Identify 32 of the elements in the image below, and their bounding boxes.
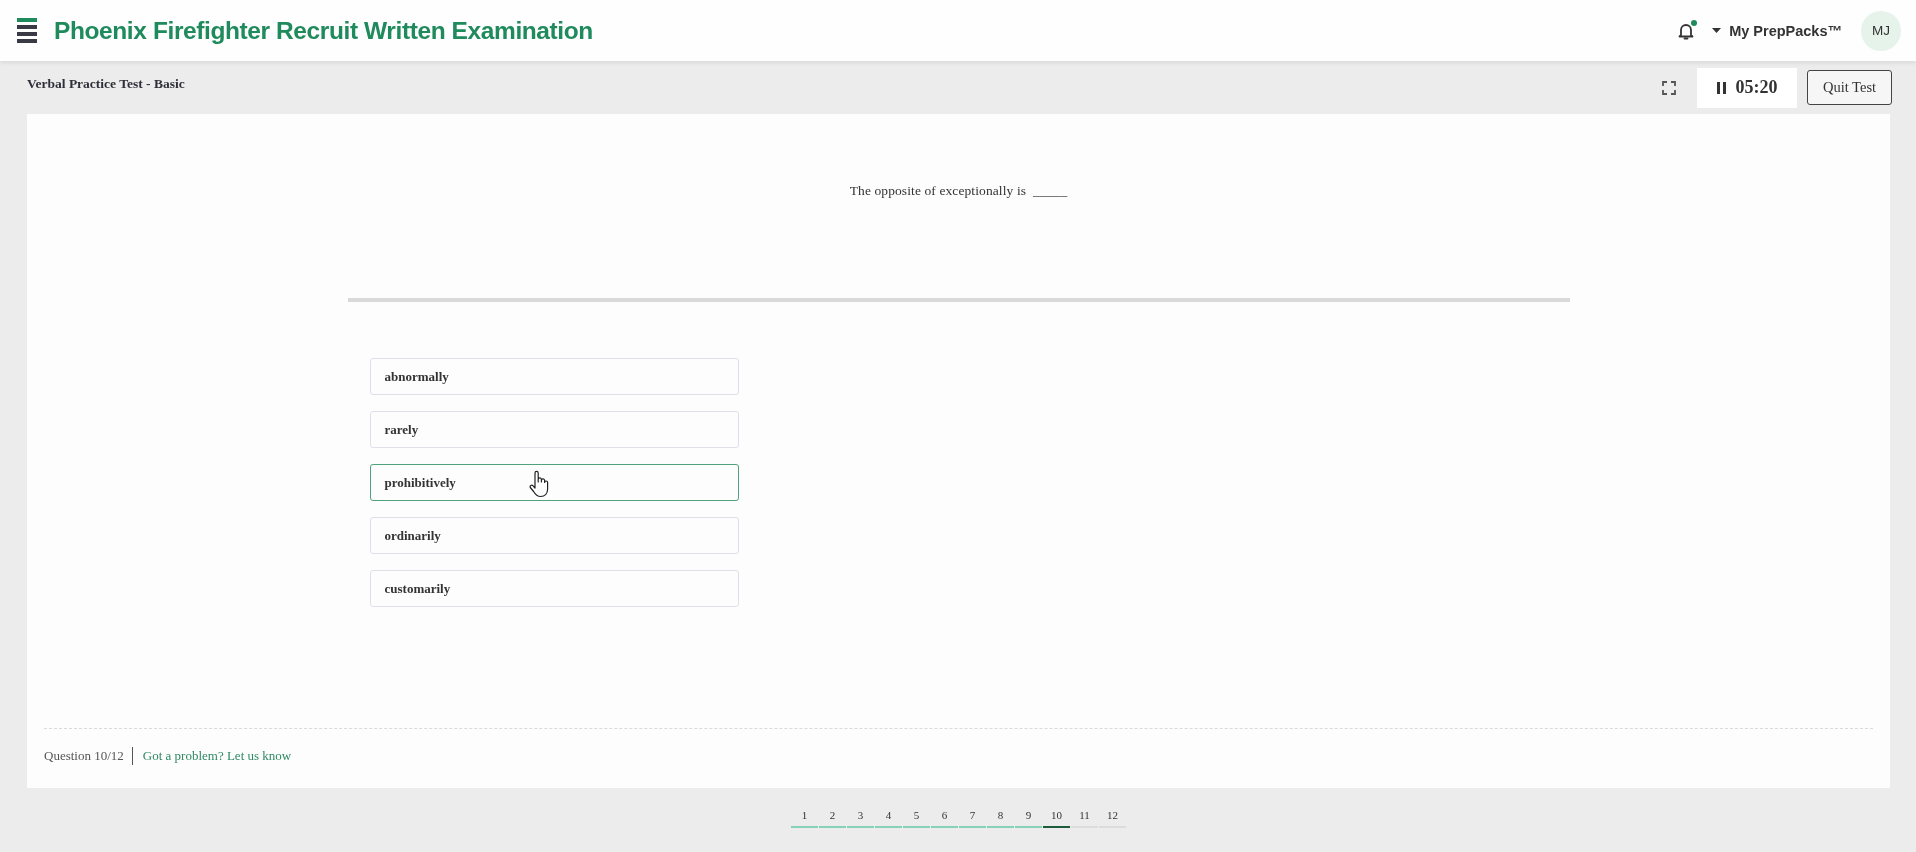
fullscreen-icon[interactable] (1662, 80, 1676, 95)
menu-icon[interactable] (17, 18, 37, 43)
question-number-tab[interactable]: 7 (959, 801, 986, 828)
question-number-tab[interactable]: 2 (819, 801, 846, 828)
question-number-tab[interactable]: 1 (791, 801, 818, 828)
question-number-tab[interactable]: 4 (875, 801, 902, 828)
question-number-tab[interactable]: 6 (931, 801, 958, 828)
caret-icon (1712, 28, 1722, 33)
app-title: Phoenix Firefighter Recruit Written Examination (54, 16, 593, 45)
question-number-tab[interactable]: 8 (987, 801, 1014, 828)
answer-option[interactable]: customarily (369, 570, 739, 607)
answer-option[interactable]: prohibitively (369, 464, 739, 501)
question-number-tab[interactable]: 5 (903, 801, 930, 828)
answer-option[interactable]: ordinarily (369, 517, 739, 554)
question-number-tab[interactable]: 9 (1015, 801, 1042, 828)
answer-option[interactable]: rarely (369, 411, 739, 448)
pause-timer-button[interactable]: 05:20 (1697, 67, 1797, 108)
report-problem-link[interactable]: Got a problem? Let us know (142, 747, 292, 764)
question-number-tab[interactable]: 11 (1071, 801, 1098, 828)
pause-icon[interactable] (1716, 81, 1726, 94)
quit-test-button[interactable]: Quit Test (1807, 70, 1892, 105)
hand-pointer-icon (528, 470, 549, 498)
question-number-tab[interactable]: 12 (1099, 801, 1126, 828)
account-menu-button[interactable]: My PrepPacks™ (1712, 22, 1842, 39)
question-counter: Question 10/12 (44, 747, 124, 764)
question-number-tab[interactable]: 3 (847, 801, 874, 828)
answer-option[interactable]: abnormally (369, 358, 739, 395)
user-avatar[interactable]: MJ (1861, 10, 1901, 51)
question-number-tab[interactable]: 10 (1043, 801, 1070, 828)
question-text: The opposite of exceptionally is _____ (848, 182, 1069, 200)
test-title: Verbal Practice Test - Basic (27, 76, 185, 92)
bell-icon[interactable] (1678, 21, 1695, 40)
